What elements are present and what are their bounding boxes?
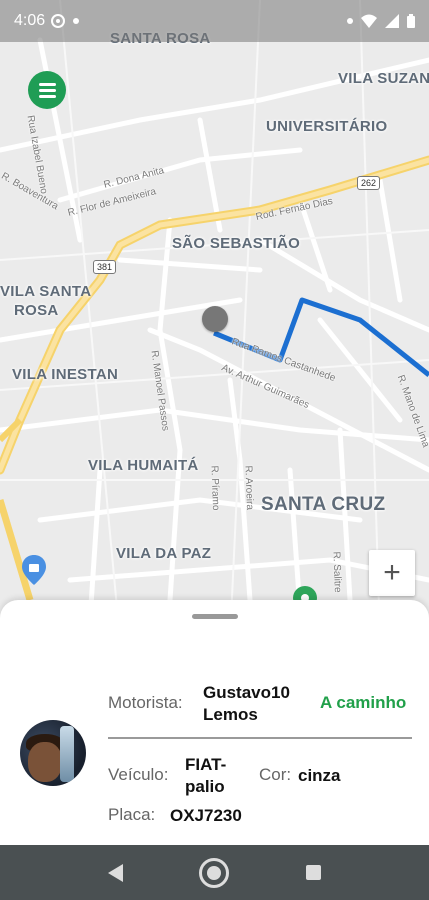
vehicle-model: palio <box>185 777 225 796</box>
highway-shield: 381 <box>93 260 117 274</box>
neighborhood-label: VILA INESTAN <box>12 366 119 383</box>
sheet-drag-handle[interactable] <box>192 614 238 619</box>
place-pin-icon[interactable] <box>22 555 46 585</box>
street-label: R. Píramo <box>208 465 222 511</box>
neighborhood-label: UNIVERSITÁRIO <box>266 118 388 135</box>
hamburger-icon-line <box>38 94 56 98</box>
status-time: 4:06 <box>14 12 46 29</box>
hamburger-icon <box>38 82 56 86</box>
vehicle-label: Veículo: <box>108 765 169 784</box>
color-label: Cor: <box>259 765 292 784</box>
driver-name-first: Gustavo10 <box>203 683 290 702</box>
recent-apps-icon[interactable] <box>305 865 321 880</box>
app-notification-icon <box>51 14 66 28</box>
driver-label: Motorista: <box>108 693 183 712</box>
divider <box>108 737 412 739</box>
driver-name-last: Lemos <box>203 705 258 724</box>
vehicle-plate: OXJ7230 <box>170 806 242 825</box>
vehicle-color: cinza <box>298 766 341 785</box>
battery-icon <box>407 14 415 28</box>
dot-icon <box>73 18 80 24</box>
highway-shield: 262 <box>357 176 381 190</box>
avatar-face <box>28 742 62 782</box>
avatar-background <box>60 726 74 782</box>
system-nav-bar <box>0 845 429 900</box>
status-bar: 4:06 <box>0 0 429 42</box>
street-label: R. Salitre <box>330 551 343 593</box>
street-label: R. Aroeira <box>242 465 256 511</box>
signal-icon <box>385 14 399 28</box>
menu-button[interactable] <box>28 71 66 109</box>
plate-label: Placa: <box>108 805 156 824</box>
back-icon[interactable] <box>108 863 124 882</box>
driver-avatar <box>20 720 86 786</box>
neighborhood-label: VILA HUMAITÁ <box>88 457 199 474</box>
hamburger-icon-line <box>38 88 56 92</box>
neighborhood-label: SANTA CRUZ <box>261 494 386 515</box>
driver-info-sheet[interactable]: Motorista: Gustavo10 Lemos A caminho Veí… <box>0 600 429 845</box>
zoom-in-button[interactable]: + <box>369 550 415 596</box>
home-icon[interactable] <box>199 857 230 888</box>
vehicle-make: FIAT- <box>185 755 227 774</box>
trip-status: A caminho <box>320 693 407 712</box>
dot-icon <box>347 18 353 24</box>
driver-location-marker[interactable] <box>202 306 228 332</box>
neighborhood-label: ROSA <box>14 302 59 319</box>
wifi-icon <box>361 14 377 28</box>
neighborhood-label: SÃO SEBASTIÃO <box>172 235 301 252</box>
neighborhood-label: VILA SUZAN <box>338 70 429 87</box>
neighborhood-label: VILA SANTA <box>0 283 92 300</box>
map-view[interactable]: SANTA ROSA VILA SUZAN UNIVERSITÁRIO SÃO … <box>0 0 429 640</box>
neighborhood-label: VILA DA PAZ <box>116 545 212 562</box>
